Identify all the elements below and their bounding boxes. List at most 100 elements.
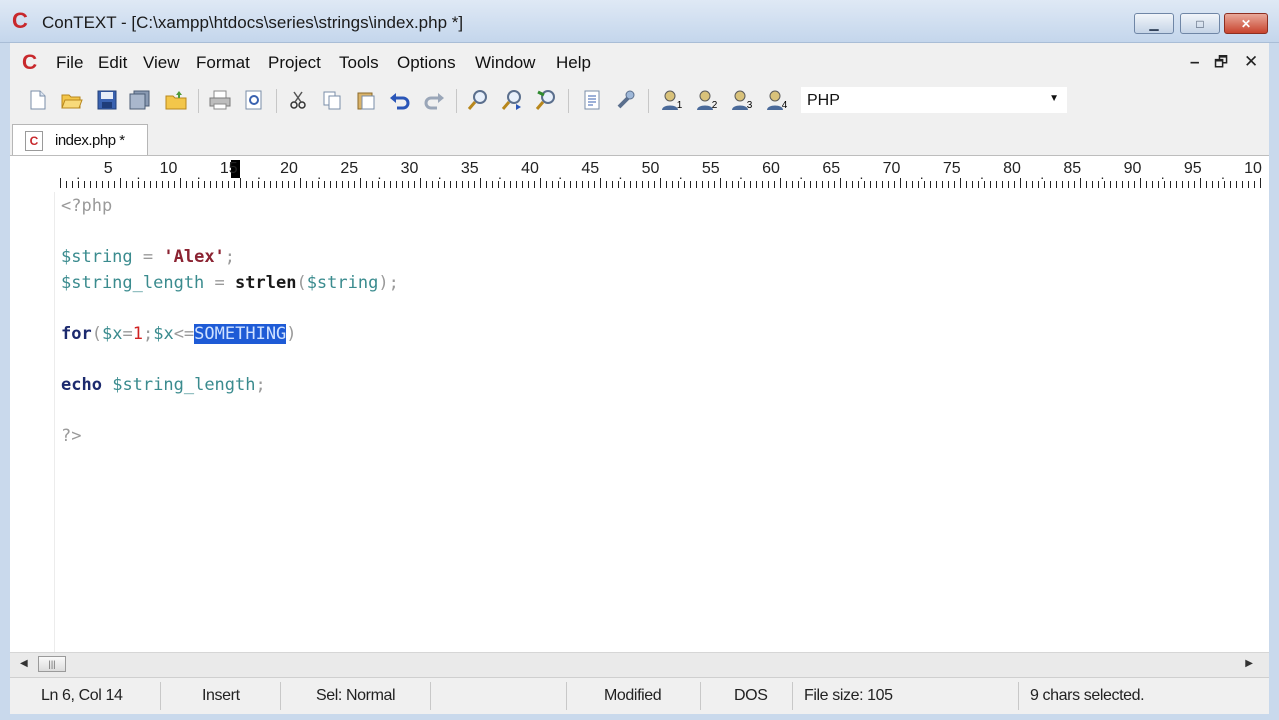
code-token: (	[296, 272, 307, 293]
minimize-icon: ▁	[1149, 16, 1159, 31]
cut-icon	[290, 91, 306, 109]
replace-button[interactable]	[534, 88, 558, 112]
code-line[interactable]: <?php	[61, 196, 112, 216]
php-file-icon: C	[25, 131, 43, 151]
menu-options[interactable]: Options	[397, 53, 456, 73]
status-selected-chars: 9 chars selected.	[1030, 687, 1145, 704]
ruler-dot: .	[76, 166, 81, 182]
code-token: ?>	[61, 425, 82, 446]
ruler-dot: .	[136, 166, 141, 182]
code-line[interactable]: echo $string_length;	[61, 375, 266, 395]
save-all-button[interactable]	[128, 88, 152, 112]
code-token: $string	[61, 247, 133, 267]
code-token: =	[204, 272, 236, 293]
menu-view[interactable]: View	[143, 53, 180, 73]
ruler-dot: .	[1100, 166, 1105, 182]
selected-text: SOMETHING	[194, 323, 287, 344]
menu-tools[interactable]: Tools	[339, 53, 379, 73]
ruler-dot: .	[678, 166, 683, 182]
editor-gutter	[10, 192, 55, 652]
ruler-number: 85	[1063, 160, 1082, 177]
open-folder-button[interactable]	[164, 88, 188, 112]
menu-format[interactable]: Format	[196, 53, 250, 73]
ruler-dot: .	[558, 166, 563, 182]
code-line[interactable]: $string = 'Alex';	[61, 247, 235, 267]
code-line[interactable]: $string_length = strlen($string);	[61, 273, 399, 293]
language-select[interactable]: PHP ▼	[800, 86, 1068, 114]
ruler-major-ticks	[60, 178, 1263, 188]
status-divider	[160, 682, 161, 710]
status-file-size: File size: 105	[804, 687, 893, 704]
code-line[interactable]: ?>	[61, 426, 81, 446]
close-button[interactable]: ✕	[1224, 13, 1268, 34]
code-token: $string_length	[112, 374, 256, 395]
scrollbar-thumb[interactable]: |||	[38, 656, 66, 672]
toolbar-separator	[456, 89, 457, 113]
menu-help[interactable]: Help	[556, 53, 591, 73]
ruler-dot: .	[377, 166, 382, 182]
minimize-button[interactable]: ▁	[1134, 13, 1174, 34]
new-file-button[interactable]	[26, 88, 50, 112]
open-folder-icon	[165, 91, 187, 110]
status-divider	[700, 682, 701, 710]
ruler-dot: .	[799, 166, 804, 182]
copy-button[interactable]	[320, 88, 344, 112]
document-properties-button[interactable]	[580, 88, 604, 112]
open-file-button[interactable]	[60, 88, 84, 112]
menu-window[interactable]: Window	[475, 53, 535, 73]
ruler-number: 25	[340, 160, 359, 177]
scroll-right-arrow-icon[interactable]: ▶	[1245, 658, 1253, 669]
user-tool-2-label: 2	[711, 99, 718, 111]
ruler: 5. 10. 15. 20. 25. 30. 35. 40. 45. 50. 55. 60. 65. 70…	[10, 156, 1269, 193]
status-selection-mode: Sel: Normal	[316, 687, 396, 704]
ruler-dot: .	[437, 166, 442, 182]
dropdown-arrow-icon[interactable]: ▼	[1049, 93, 1059, 104]
code-token: );	[378, 272, 399, 293]
status-modified: Modified	[604, 687, 662, 704]
ruler-dot: .	[1160, 166, 1165, 182]
paste-button[interactable]	[354, 88, 378, 112]
print-preview-button[interactable]	[242, 88, 266, 112]
toolbar-separator	[276, 89, 277, 113]
document-minimize-button[interactable]: –	[1190, 52, 1199, 72]
tab-index-php[interactable]: C index.php *	[12, 124, 148, 155]
code-editor[interactable]: <?php $string = 'Alex'; $string_length = s…	[10, 192, 1269, 652]
scroll-left-arrow-icon[interactable]: ◀	[20, 658, 28, 669]
code-token: =	[132, 247, 164, 267]
menu-project[interactable]: Project	[268, 53, 321, 73]
maximize-icon: □	[1196, 16, 1204, 31]
document-restore-button[interactable]: 🗗	[1214, 52, 1228, 77]
menu-edit[interactable]: Edit	[98, 53, 127, 73]
document-tab-bar: C index.php *	[10, 121, 1269, 156]
maximize-button[interactable]: □	[1180, 13, 1220, 34]
user-tool-4-button[interactable]: 4	[761, 88, 791, 112]
document-properties-icon	[584, 90, 600, 110]
horizontal-scrollbar[interactable]: ◀ ||| ▶	[10, 652, 1269, 677]
save-all-icon	[129, 90, 150, 110]
code-token: =	[122, 323, 133, 344]
undo-button[interactable]	[388, 88, 412, 112]
find-next-button[interactable]	[500, 88, 524, 112]
user-tool-3-button[interactable]: 3	[726, 88, 756, 112]
language-select-value: PHP	[807, 92, 840, 109]
ruler-number: 10	[1244, 160, 1262, 177]
code-line[interactable]: for($x=1;$x<=SOMETHING)	[61, 323, 297, 344]
copy-icon	[323, 91, 341, 110]
status-divider	[430, 682, 431, 710]
status-divider	[792, 682, 793, 710]
ruler-number: 30	[400, 160, 419, 177]
tools-button[interactable]	[614, 88, 638, 112]
code-token: ;	[142, 323, 154, 344]
redo-button[interactable]	[422, 88, 446, 112]
print-button[interactable]	[208, 88, 232, 112]
menu-file[interactable]: File	[56, 53, 83, 73]
document-menu-icon[interactable]: C	[22, 51, 37, 75]
find-button[interactable]	[466, 88, 490, 112]
save-icon	[97, 90, 117, 110]
user-tool-1-button[interactable]: 1	[656, 88, 686, 112]
user-tool-2-button[interactable]: 2	[691, 88, 721, 112]
cut-button[interactable]	[286, 88, 310, 112]
open-file-icon	[61, 94, 83, 109]
save-button[interactable]	[95, 88, 119, 112]
document-close-button[interactable]: ✕	[1244, 52, 1258, 72]
